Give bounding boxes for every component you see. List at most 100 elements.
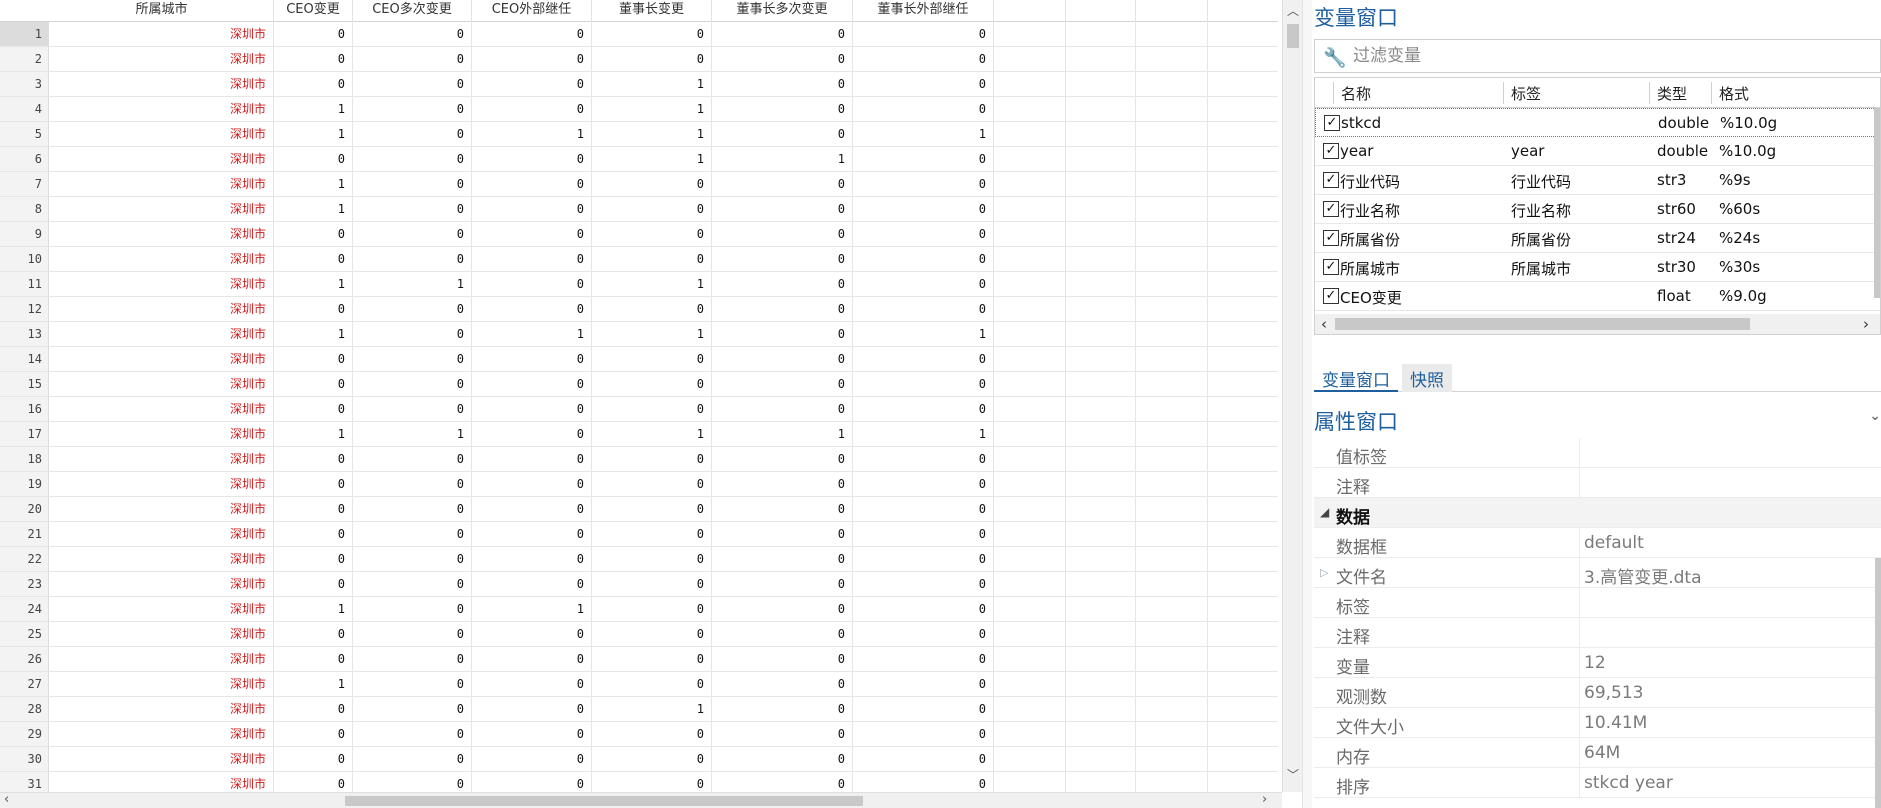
table-row[interactable]: 26 深圳市 0 0 0 0 0 0	[0, 647, 1278, 672]
cell-value[interactable]: 1	[592, 122, 712, 146]
cell-value[interactable]: 0	[853, 147, 994, 171]
table-row[interactable]: 28 深圳市 0 0 0 1 0 0	[0, 697, 1278, 722]
cell-value[interactable]: 0	[472, 72, 592, 96]
row-number[interactable]: 28	[0, 697, 49, 721]
cell-empty[interactable]	[994, 622, 1066, 646]
cell-empty[interactable]	[1066, 522, 1136, 546]
cell-empty[interactable]	[1136, 47, 1208, 71]
cell-value[interactable]: 0	[472, 747, 592, 771]
cell-value[interactable]: 0	[472, 197, 592, 221]
cell-empty[interactable]	[994, 172, 1066, 196]
cell-value[interactable]: 0	[472, 572, 592, 596]
cell-empty[interactable]	[1136, 722, 1208, 746]
cell-empty[interactable]	[1136, 672, 1208, 696]
variable-row[interactable]: ✓ 所属城市 所属城市 str30 %30s	[1315, 253, 1880, 282]
cell-value[interactable]: 0	[592, 522, 712, 546]
cell-value[interactable]: 0	[274, 397, 353, 421]
table-row[interactable]: 25 深圳市 0 0 0 0 0 0	[0, 622, 1278, 647]
variables-horizontal-scrollbar[interactable]: ‹ ›	[1315, 314, 1880, 334]
expand-triangle-icon[interactable]: ▷	[1320, 566, 1328, 579]
cell-value[interactable]: 0	[353, 322, 472, 346]
row-number[interactable]: 6	[0, 147, 49, 171]
cell-value[interactable]: 0	[712, 722, 853, 746]
cell-empty[interactable]	[1066, 572, 1136, 596]
cell-value[interactable]: 0	[472, 672, 592, 696]
cell-value[interactable]: 0	[274, 622, 353, 646]
cell-empty[interactable]	[1066, 397, 1136, 421]
cell-value[interactable]: 0	[472, 297, 592, 321]
cell-value[interactable]: 0	[592, 672, 712, 696]
cell-empty[interactable]	[994, 272, 1066, 296]
cell-value[interactable]: 0	[472, 772, 592, 792]
table-row[interactable]: 31 深圳市 0 0 0 0 0 0	[0, 772, 1278, 792]
cell-value[interactable]: 0	[472, 222, 592, 246]
cell-empty[interactable]	[1066, 72, 1136, 96]
cell-empty[interactable]	[994, 722, 1066, 746]
cell-value[interactable]: 0	[853, 247, 994, 271]
column-header-ceo-change[interactable]: CEO变更	[274, 0, 353, 22]
cell-city[interactable]: 深圳市	[50, 122, 274, 146]
cell-value[interactable]: 0	[712, 647, 853, 671]
cell-value[interactable]: 0	[353, 597, 472, 621]
cell-value[interactable]: 0	[472, 97, 592, 121]
cell-empty[interactable]	[1136, 497, 1208, 521]
cell-value[interactable]: 0	[853, 297, 994, 321]
cell-value[interactable]: 0	[853, 497, 994, 521]
cell-value[interactable]: 1	[274, 197, 353, 221]
cell-empty[interactable]	[1066, 547, 1136, 571]
cell-empty[interactable]	[994, 72, 1066, 96]
cell-value[interactable]: 1	[353, 272, 472, 296]
cell-empty[interactable]	[994, 22, 1066, 46]
cell-value[interactable]: 0	[853, 472, 994, 496]
scroll-thumb[interactable]	[1335, 318, 1750, 330]
cell-empty[interactable]	[994, 597, 1066, 621]
cell-value[interactable]: 1	[592, 97, 712, 121]
column-header-format[interactable]: 格式	[1719, 83, 1749, 104]
table-row[interactable]: 16 深圳市 0 0 0 0 0 0	[0, 397, 1278, 422]
tab-snapshots[interactable]: 快照	[1402, 364, 1452, 392]
cell-empty[interactable]	[1066, 247, 1136, 271]
cell-empty[interactable]	[1136, 272, 1208, 296]
checkbox-checked-icon[interactable]: ✓	[1323, 230, 1339, 246]
row-number[interactable]: 26	[0, 647, 49, 671]
checkbox-checked-icon[interactable]: ✓	[1323, 201, 1339, 217]
cell-value[interactable]: 1	[472, 597, 592, 621]
cell-value[interactable]: 0	[274, 747, 353, 771]
table-row[interactable]: 2 深圳市 0 0 0 0 0 0	[0, 47, 1278, 72]
cell-city[interactable]: 深圳市	[50, 372, 274, 396]
cell-value[interactable]: 0	[472, 147, 592, 171]
cell-value[interactable]: 0	[853, 72, 994, 96]
cell-value[interactable]: 0	[472, 497, 592, 521]
grid-vertical-scrollbar[interactable]: ︿ ﹀	[1282, 0, 1302, 792]
cell-value[interactable]: 0	[853, 572, 994, 596]
table-row[interactable]: 24 深圳市 1 0 1 0 0 0	[0, 597, 1278, 622]
cell-empty[interactable]	[994, 497, 1066, 521]
cell-empty[interactable]	[1136, 222, 1208, 246]
cell-value[interactable]: 0	[853, 747, 994, 771]
cell-empty[interactable]	[994, 647, 1066, 671]
cell-empty[interactable]	[1066, 22, 1136, 46]
cell-empty[interactable]	[1066, 422, 1136, 446]
cell-value[interactable]: 1	[274, 597, 353, 621]
cell-empty[interactable]	[994, 372, 1066, 396]
cell-empty[interactable]	[1066, 647, 1136, 671]
pane-splitter[interactable]	[1302, 0, 1312, 808]
cell-value[interactable]: 0	[712, 472, 853, 496]
table-row[interactable]: 30 深圳市 0 0 0 0 0 0	[0, 747, 1278, 772]
cell-value[interactable]: 0	[853, 672, 994, 696]
cell-value[interactable]: 0	[472, 422, 592, 446]
table-row[interactable]: 6 深圳市 0 0 0 1 1 0	[0, 147, 1278, 172]
row-number[interactable]: 23	[0, 572, 49, 596]
cell-empty[interactable]	[994, 672, 1066, 696]
row-number[interactable]: 8	[0, 197, 49, 221]
cell-city[interactable]: 深圳市	[50, 572, 274, 596]
row-number[interactable]: 22	[0, 547, 49, 571]
cell-value[interactable]: 0	[712, 597, 853, 621]
cell-value[interactable]: 0	[853, 697, 994, 721]
cell-empty[interactable]	[994, 547, 1066, 571]
cell-empty[interactable]	[1136, 697, 1208, 721]
cell-value[interactable]: 1	[274, 422, 353, 446]
cell-value[interactable]: 0	[592, 772, 712, 792]
variable-row[interactable]: ✓ 行业名称 行业名称 str60 %60s	[1315, 195, 1880, 224]
cell-city[interactable]: 深圳市	[50, 272, 274, 296]
